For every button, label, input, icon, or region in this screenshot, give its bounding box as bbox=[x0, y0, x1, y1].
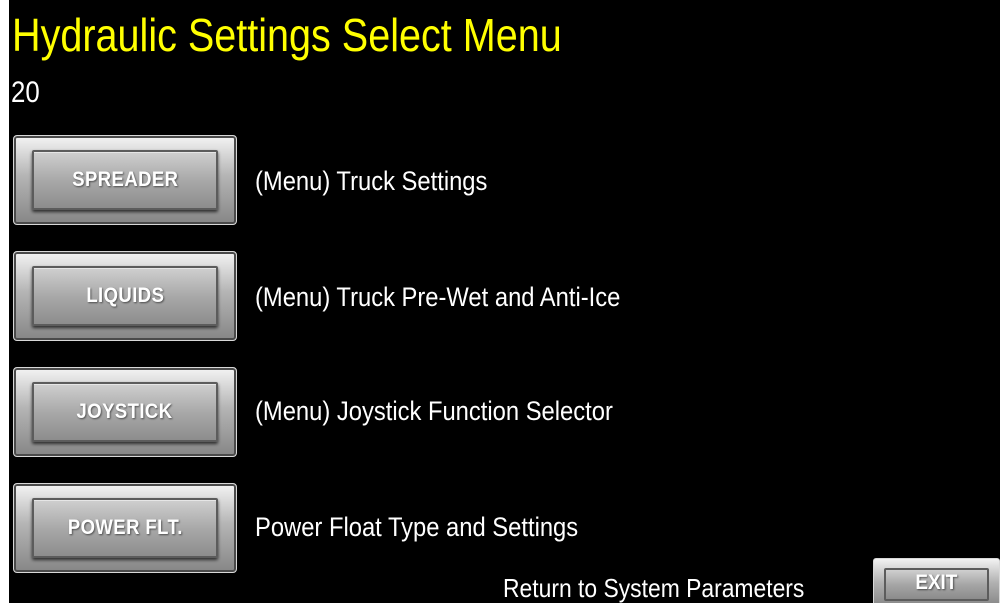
spreader-description: (Menu) Truck Settings bbox=[255, 166, 488, 196]
power-float-description: Power Float Type and Settings bbox=[255, 512, 579, 542]
power-float-button-label: POWER FLT. bbox=[67, 516, 183, 539]
page-title: Hydraulic Settings Select Menu bbox=[12, 9, 562, 61]
power-float-button[interactable]: POWER FLT. bbox=[13, 483, 237, 573]
liquids-button-face[interactable]: LIQUIDS bbox=[32, 266, 218, 326]
liquids-button-label: LIQUIDS bbox=[85, 284, 165, 307]
joystick-description: (Menu) Joystick Function Selector bbox=[255, 396, 613, 426]
liquids-button[interactable]: LIQUIDS bbox=[13, 251, 237, 341]
exit-button[interactable]: EXIT bbox=[873, 558, 1000, 603]
joystick-button-face[interactable]: JOYSTICK bbox=[32, 382, 218, 442]
exit-button-label: EXIT bbox=[915, 571, 958, 594]
exit-button-face[interactable]: EXIT bbox=[884, 568, 989, 601]
joystick-button-label: JOYSTICK bbox=[77, 400, 173, 423]
liquids-description: (Menu) Truck Pre-Wet and Anti-Ice bbox=[255, 282, 621, 312]
power-float-button-face[interactable]: POWER FLT. bbox=[32, 498, 218, 558]
spreader-button-label: SPREADER bbox=[71, 168, 179, 191]
spreader-button-face[interactable]: SPREADER bbox=[32, 150, 218, 210]
screen-number: 20 bbox=[11, 76, 40, 109]
spreader-button[interactable]: SPREADER bbox=[13, 135, 237, 225]
return-label: Return to System Parameters bbox=[503, 573, 805, 603]
hmi-screen: Hydraulic Settings Select Menu 20 SPREAD… bbox=[9, 0, 1000, 603]
joystick-button[interactable]: JOYSTICK bbox=[13, 367, 237, 457]
